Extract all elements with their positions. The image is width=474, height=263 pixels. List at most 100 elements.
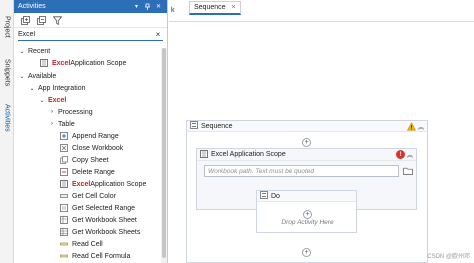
activity-label: Read Cell (72, 240, 103, 248)
activity-get-selected-range[interactable]: Get Selected Range (60, 202, 135, 214)
close-icon[interactable]: ✕ (154, 2, 163, 11)
workbook-path-row (204, 165, 414, 177)
do-icon (260, 191, 268, 201)
sequence-title: Sequence (201, 122, 233, 130)
tree-node-excel[interactable]: ⌄ Excel (38, 94, 66, 106)
tab-sequence-label: Sequence (194, 4, 226, 11)
activity-label: Read Cell Formula (72, 252, 131, 260)
tab-snippets-label: Snippets (3, 59, 11, 87)
collapse-all-icon[interactable] (36, 15, 46, 25)
activity-label: Get Workbook Sheet (72, 216, 137, 224)
tree-node-processing[interactable]: › Processing (48, 106, 93, 118)
activity-append-range[interactable]: Append Range (60, 130, 119, 142)
folder-icon[interactable] (402, 165, 414, 177)
expand-all-icon[interactable] (20, 15, 30, 25)
activity-delete-range[interactable]: Delete Range (60, 166, 115, 178)
warning-icon[interactable] (406, 121, 416, 131)
chevron-down-icon: ⌄ (39, 97, 45, 104)
activity-get-workbook-sheets[interactable]: Get Workbook Sheets (60, 226, 140, 238)
designer-area: k Sequence × Sequence ︽ + Excel Applicat… (169, 0, 474, 263)
activity-read-cell[interactable]: Read Cell (60, 238, 103, 250)
activity-read-cell-formula[interactable]: Read Cell Formula (60, 250, 130, 262)
append-range-icon (60, 132, 68, 140)
activity-label: Close Workbook (72, 144, 124, 152)
get-workbook-sheets-icon (60, 228, 68, 236)
tree-label-excel: Excel (48, 96, 67, 104)
tab-project[interactable]: Project (1, 4, 13, 50)
read-cell-formula-icon (60, 252, 68, 260)
tree-node-app-integration[interactable]: ⌄ App Integration (28, 82, 85, 94)
get-selected-range-icon (60, 204, 68, 212)
tab-sequence[interactable]: Sequence × (189, 1, 241, 15)
activity-copy-sheet[interactable]: Copy Sheet (60, 154, 109, 166)
tree-label-available: Available (28, 72, 57, 80)
tab-activities[interactable]: Activities (1, 96, 13, 140)
activity-label-rest: Application Scope (90, 180, 147, 188)
tree-label-table: Table (58, 120, 75, 128)
panel-header: Activities ▾ ✕ (14, 0, 167, 13)
activity-excel-application-scope[interactable]: Excel Application Scope (60, 178, 146, 190)
excel-scope-icon (40, 59, 48, 67)
activities-panel: Activities ▾ ✕ × ⌄ Recent Excel Applicat… (14, 0, 168, 263)
add-activity-top-icon[interactable]: + (302, 138, 311, 147)
workbook-path-input[interactable] (204, 165, 399, 177)
activity-close-workbook[interactable]: Close Workbook (60, 142, 123, 154)
side-tab-strip: Project Snippets Activities (0, 0, 14, 263)
activity-get-cell-color[interactable]: Get Cell Color (60, 190, 116, 202)
do-title: Do (271, 192, 280, 200)
add-activity-do-icon[interactable]: + (303, 210, 312, 219)
tab-fragment[interactable]: k (169, 0, 183, 21)
tree-node-recent[interactable]: ⌄ Recent (18, 45, 50, 57)
tab-project-label: Project (3, 16, 11, 38)
copy-sheet-icon (60, 156, 68, 164)
tree-label-processing: Processing (58, 108, 93, 116)
document-tab-strip: k Sequence × (169, 0, 474, 22)
panel-toolbar (14, 13, 167, 28)
collapse-icon[interactable]: ︽ (418, 122, 424, 131)
watermark: CSDN @欧州邓 (427, 254, 470, 260)
tab-snippets[interactable]: Snippets (1, 52, 13, 94)
get-cell-color-icon (60, 192, 68, 200)
search-input[interactable] (18, 29, 153, 40)
activity-label: Delete Range (72, 168, 115, 176)
sequence-icon (190, 121, 198, 131)
activity-label: Get Workbook Sheets (72, 228, 141, 236)
tree-label-recent: Recent (28, 47, 51, 55)
do-container[interactable]: Do + Drop Activity Here (256, 190, 357, 233)
close-tab-icon[interactable]: × (232, 4, 236, 11)
scrollbar-thumb[interactable] (162, 48, 166, 258)
do-header: Do (257, 191, 356, 202)
tree-node-table[interactable]: › Table (48, 118, 75, 130)
chevron-down-icon: ⌄ (29, 85, 35, 92)
activity-get-workbook-sheet[interactable]: Get Workbook Sheet (60, 214, 137, 226)
tree-label-app-integration: App Integration (38, 84, 86, 92)
excel-scope-icon (200, 149, 208, 160)
tree-node-available[interactable]: ⌄ Available (18, 70, 56, 82)
drop-activity-hint: Drop Activity Here (281, 219, 334, 226)
activity-label-highlight: Excel (72, 180, 91, 188)
chevron-right-icon: › (51, 109, 53, 115)
collapse-icon[interactable]: ︽ (407, 150, 413, 159)
pin-icon[interactable] (143, 2, 152, 11)
error-icon[interactable]: ! (395, 150, 405, 159)
excel-scope-header: Excel Application Scope ! ︽ (197, 149, 416, 161)
recent-item-highlight: Excel (52, 59, 71, 67)
tree-item-recent-excel-scope[interactable]: Excel Application Scope (40, 57, 126, 69)
activity-label: Copy Sheet (72, 156, 109, 164)
panel-title: Activities (18, 3, 46, 10)
chevron-right-icon: › (51, 121, 53, 127)
clear-search-icon[interactable]: × (153, 30, 163, 39)
delete-range-icon (60, 168, 68, 176)
chevron-down-icon: ⌄ (19, 48, 25, 55)
chevron-down-icon: ⌄ (19, 73, 25, 80)
search-box: × (18, 29, 163, 41)
filter-icon[interactable] (52, 15, 62, 25)
panel-dropdown-icon[interactable]: ▾ (132, 2, 141, 11)
activity-label: Get Selected Range (72, 204, 136, 212)
sequence-header: Sequence ︽ (187, 121, 427, 132)
workflow-canvas[interactable]: Sequence ︽ + Excel Application Scope ! ︽… (169, 22, 474, 263)
add-activity-bottom-icon[interactable]: + (302, 248, 311, 257)
excel-scope-title: Excel Application Scope (211, 151, 286, 158)
get-workbook-sheet-icon (60, 216, 68, 224)
activity-label: Append Range (72, 132, 119, 140)
